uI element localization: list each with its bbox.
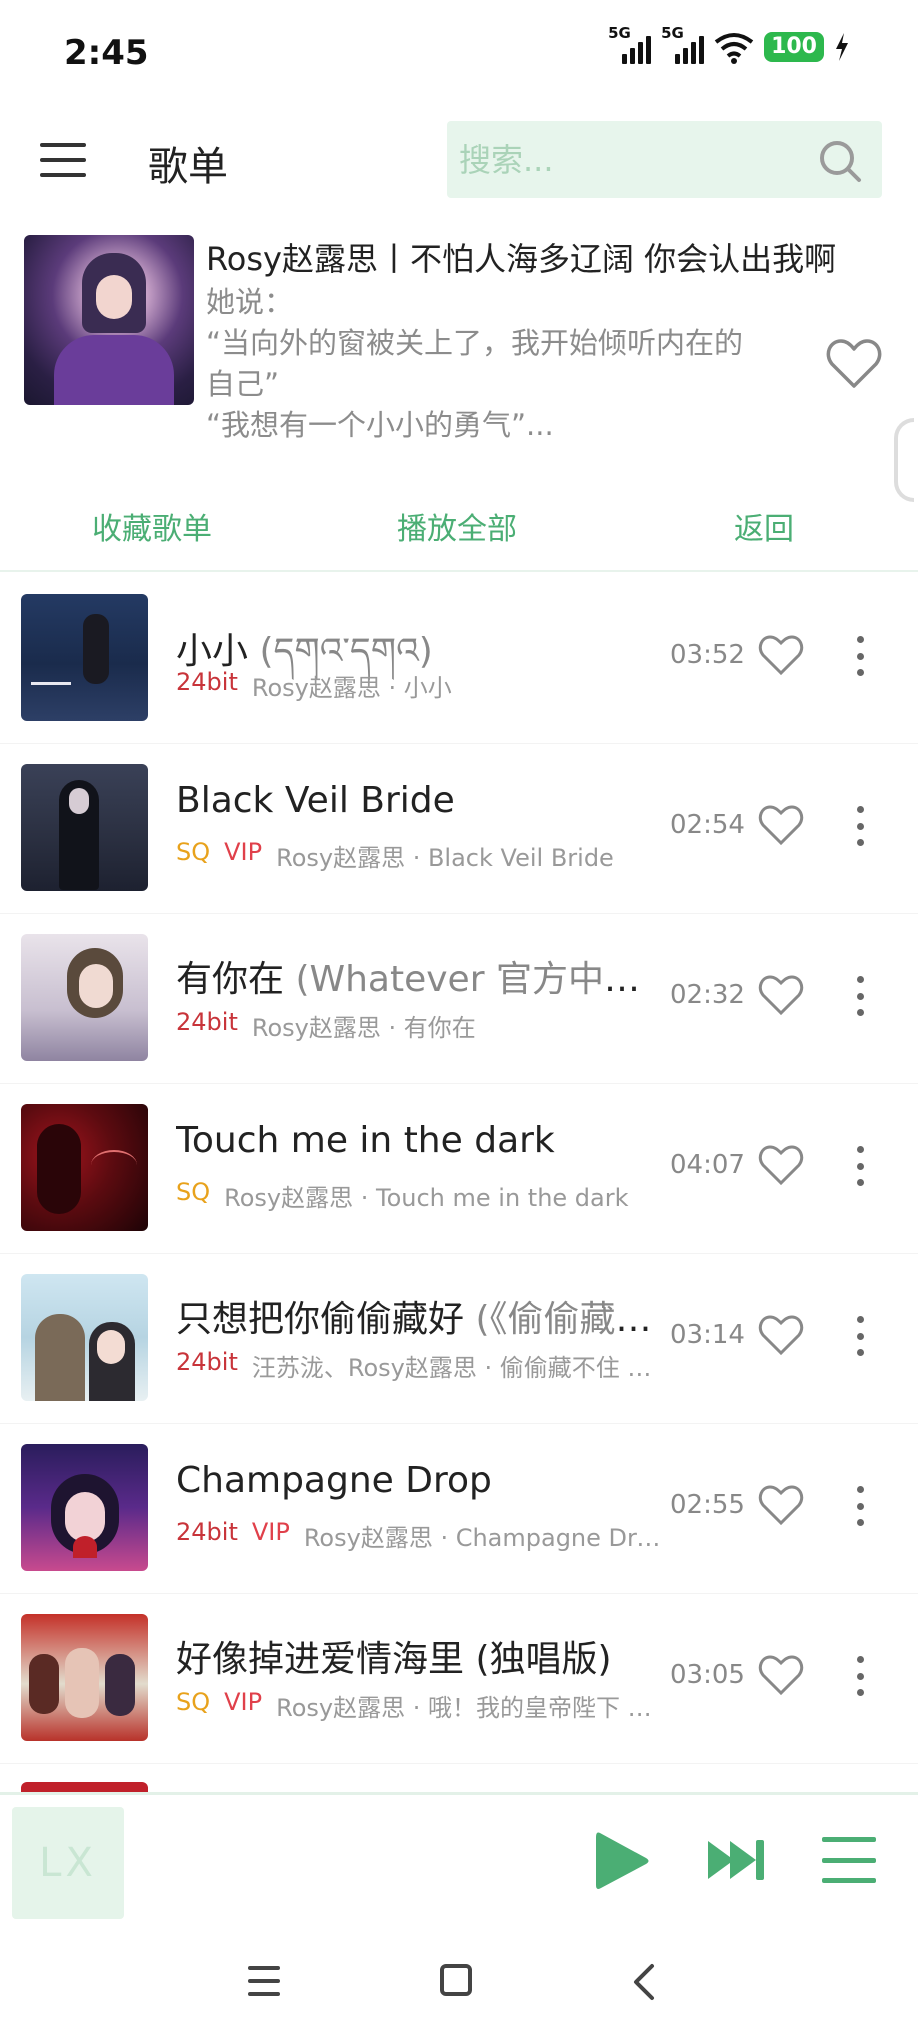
signal-icon-sim1: 5G <box>608 24 652 64</box>
song-meta: SQ VIP Rosy赵露思 · 哦！我的皇帝陛下 影视原声带 <box>176 1688 666 1723</box>
heart-icon[interactable] <box>758 1484 804 1526</box>
song-cover <box>21 1274 148 1401</box>
quality-badge: 24bit <box>176 1518 238 1546</box>
quality-badge: 24bit <box>176 668 238 696</box>
more-options-icon[interactable] <box>852 636 868 676</box>
system-nav-bar <box>0 1922 918 2041</box>
heart-icon[interactable] <box>758 1654 804 1696</box>
more-options-icon[interactable] <box>852 1146 868 1186</box>
quality-badge: SQ <box>176 838 211 866</box>
song-cover <box>21 1444 148 1571</box>
song-title: Champagne Drop <box>176 1460 492 1501</box>
song-title: 有你在 (Whatever 官方中文版) <box>176 959 666 1000</box>
next-song-cover-peek <box>21 1782 148 1792</box>
vip-badge: VIP <box>224 838 263 866</box>
next-track-icon[interactable] <box>706 1837 768 1883</box>
play-all-button[interactable]: 播放全部 <box>397 504 517 548</box>
more-options-icon[interactable] <box>852 806 868 846</box>
playlist-queue-icon[interactable] <box>822 1837 876 1883</box>
song-artist: Rosy赵露思 · Black Veil Bride <box>276 844 614 872</box>
song-duration: 02:32 <box>670 980 745 1010</box>
more-options-icon[interactable] <box>852 976 868 1016</box>
song-meta: 24bit Rosy赵露思 · 小小 <box>176 668 666 703</box>
song-duration: 02:54 <box>670 810 745 840</box>
song-title: 好像掉进爱情海里 (独唱版) <box>176 1639 612 1680</box>
page-title: 歌单 <box>148 144 228 190</box>
song-duration: 03:05 <box>670 1660 745 1690</box>
song-cover <box>21 594 148 721</box>
wifi-icon <box>714 33 754 64</box>
heart-icon[interactable] <box>758 1144 804 1186</box>
recents-icon[interactable] <box>248 1966 280 1996</box>
song-title: Black Veil Bride <box>176 780 455 821</box>
song-row[interactable]: Champagne Drop 24bit VIP Rosy赵露思 · Champ… <box>0 1424 918 1594</box>
playlist-title: Rosy赵露思丨不怕人海多辽阔 你会认出我啊 <box>206 240 837 278</box>
song-duration: 03:14 <box>670 1320 745 1350</box>
menu-icon[interactable] <box>40 140 86 180</box>
song-artist: 汪苏泷、Rosy赵露思 · 偷偷藏不住 影视原声带 <box>251 1354 666 1382</box>
battery-indicator: 100 <box>764 32 824 62</box>
quality-badge: 24bit <box>176 1008 238 1036</box>
vip-badge: VIP <box>224 1688 263 1716</box>
vip-badge: VIP <box>251 1518 290 1546</box>
playlist-description: 她说： “当向外的窗被关上了，我开始倾听内在的 自己” “我想有一个小小的勇气”… <box>206 285 744 442</box>
song-row[interactable]: 好像掉进爱情海里 (独唱版) SQ VIP Rosy赵露思 · 哦！我的皇帝陛下… <box>0 1594 918 1764</box>
song-meta: SQ Rosy赵露思 · Touch me in the dark <box>176 1178 666 1213</box>
song-meta: 24bit VIP Rosy赵露思 · Champagne Drop <box>176 1518 666 1553</box>
song-title: 只想把你偷偷藏好 (《偷偷藏不住》影视剧插曲) <box>176 1299 666 1340</box>
back-icon[interactable] <box>630 1962 660 2002</box>
heart-icon[interactable] <box>758 634 804 676</box>
status-time: 2:45 <box>64 33 149 73</box>
song-duration: 04:07 <box>670 1150 745 1180</box>
song-artist: Rosy赵露思 · Touch me in the dark <box>224 1184 629 1212</box>
song-artist: Rosy赵露思 · 哦！我的皇帝陛下 影视原声带 <box>276 1694 666 1722</box>
home-icon[interactable] <box>440 1964 472 1996</box>
song-artist: Rosy赵露思 · 小小 <box>251 674 452 702</box>
status-icons: 5G 5G 100 <box>608 24 850 64</box>
song-cover <box>21 1104 148 1231</box>
back-button[interactable]: 返回 <box>734 504 794 548</box>
playlist-cover <box>24 235 194 405</box>
song-meta: 24bit Rosy赵露思 · 有你在 <box>176 1008 666 1043</box>
search-icon[interactable] <box>818 139 862 183</box>
song-duration: 02:55 <box>670 1490 745 1520</box>
more-options-icon[interactable] <box>852 1486 868 1526</box>
charging-icon <box>836 33 848 61</box>
song-row[interactable]: 小小 (དགའ་དགའ) 24bit Rosy赵露思 · 小小 03:52 <box>0 574 918 744</box>
song-list: 小小 (དགའ་དགའ) 24bit Rosy赵露思 · 小小 03:52 Bl… <box>0 574 918 1764</box>
play-icon[interactable] <box>592 1829 652 1893</box>
song-title: Touch me in the dark <box>176 1120 555 1161</box>
song-meta: SQ VIP Rosy赵露思 · Black Veil Bride <box>176 838 666 873</box>
song-meta: 24bit 汪苏泷、Rosy赵露思 · 偷偷藏不住 影视原声带 <box>176 1348 666 1383</box>
song-cover <box>21 934 148 1061</box>
app-header: 歌单 <box>0 110 918 220</box>
collect-playlist-button[interactable]: 收藏歌单 <box>92 504 212 548</box>
quality-badge: 24bit <box>176 1348 238 1376</box>
playlist-actions: 收藏歌单 播放全部 返回 <box>0 480 918 572</box>
song-cover <box>21 764 148 891</box>
song-row[interactable]: Black Veil Bride SQ VIP Rosy赵露思 · Black … <box>0 744 918 914</box>
heart-icon[interactable] <box>758 1314 804 1356</box>
more-options-icon[interactable] <box>852 1656 868 1696</box>
song-row[interactable]: 只想把你偷偷藏好 (《偷偷藏不住》影视剧插曲) 24bit 汪苏泷、Rosy赵露… <box>0 1254 918 1424</box>
quality-badge: SQ <box>176 1178 211 1206</box>
song-artist: Rosy赵露思 · 有你在 <box>251 1014 476 1042</box>
song-cover <box>21 1614 148 1741</box>
song-artist: Rosy赵露思 · Champagne Drop <box>303 1524 666 1552</box>
status-bar: 2:45 5G 5G 100 <box>0 0 918 110</box>
search-box[interactable] <box>447 121 882 198</box>
song-row[interactable]: Touch me in the dark SQ Rosy赵露思 · Touch … <box>0 1084 918 1254</box>
heart-icon[interactable] <box>758 804 804 846</box>
signal-icon-sim2: 5G <box>661 24 705 64</box>
song-duration: 03:52 <box>670 640 745 670</box>
song-row[interactable]: 有你在 (Whatever 官方中文版) 24bit Rosy赵露思 · 有你在… <box>0 914 918 1084</box>
now-playing-cover[interactable]: LX <box>12 1807 124 1919</box>
player-bar: LX <box>0 1792 918 1922</box>
search-input[interactable] <box>459 121 819 198</box>
quality-badge: SQ <box>176 1688 211 1716</box>
favorite-playlist-heart-icon[interactable] <box>826 338 882 390</box>
heart-icon[interactable] <box>758 974 804 1016</box>
more-options-icon[interactable] <box>852 1316 868 1356</box>
